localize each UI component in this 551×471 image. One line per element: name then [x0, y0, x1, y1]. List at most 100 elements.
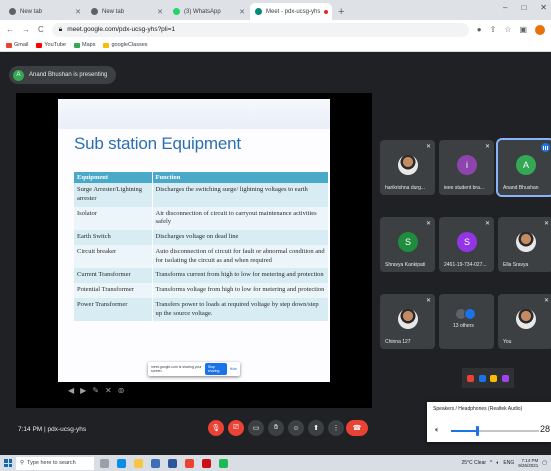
participant-tile[interactable]: S ✕ Shravya Kankipati: [380, 217, 435, 272]
task-view-icon[interactable]: [100, 458, 109, 468]
browser-tab[interactable]: New tab ✕: [4, 3, 86, 20]
participant-tile[interactable]: ✕ You: [498, 294, 551, 349]
new-tab-button[interactable]: +: [332, 6, 350, 20]
word-icon[interactable]: [168, 458, 177, 468]
participant-tile[interactable]: S ✕ 2461-19-734-027...: [439, 217, 494, 272]
file-explorer-icon[interactable]: [134, 458, 143, 468]
mic-toggle-button[interactable]: 🎙︎: [208, 420, 224, 436]
raise-hand-button[interactable]: ✋︎: [268, 420, 284, 436]
address-bar[interactable]: 🔒︎ meet.google.com/pdx-ucsg-yhs?pli=1: [51, 22, 469, 37]
table-header-row: Equipment Function: [74, 172, 328, 183]
volume-slider-handle[interactable]: [476, 426, 479, 436]
mic-off-icon: ✕: [543, 221, 549, 227]
close-window-button[interactable]: ✕: [540, 3, 547, 12]
participant-tile[interactable]: ✕ Chinna 127: [380, 294, 435, 349]
app-tray-icon[interactable]: [501, 374, 509, 382]
url-text: meet.google.com/pdx-ucsg-yhs?pli=1: [67, 26, 176, 33]
participant-tile[interactable]: 13 others: [439, 294, 494, 349]
tab-strip: New tab ✕ New tab ✕ (3) WhatsApp ✕ Meet - pdx-…: [0, 0, 551, 20]
forward-icon[interactable]: →: [22, 25, 30, 34]
bookmark-item[interactable]: Maps: [74, 42, 95, 48]
tray-chevron-icon[interactable]: ^: [490, 460, 492, 466]
presenting-banner: A Anand Bhushan is presenting: [9, 66, 117, 84]
mic-off-icon: ✕: [425, 298, 431, 304]
taskbar-clock[interactable]: 7:14 PM 9/26/2021: [518, 458, 538, 469]
profile-avatar[interactable]: [535, 24, 545, 35]
volume-tray-icon[interactable]: 🔈︎: [496, 460, 499, 466]
slide-controls: ◀ ▶ ✎ ✕ ⊚: [68, 386, 124, 395]
opera-icon[interactable]: [202, 458, 211, 468]
presenter-avatar: A: [13, 69, 24, 81]
reload-icon[interactable]: C: [38, 25, 44, 34]
chrome-tray-icon[interactable]: [467, 374, 475, 382]
leave-call-button[interactable]: ☎︎: [346, 420, 368, 436]
participant-tile[interactable]: i ✕ ieee student bra...: [439, 140, 494, 195]
participant-photo: [398, 155, 418, 175]
table-row: Circuit breaker Auto disconnection of cir…: [74, 244, 328, 269]
bookmark-item[interactable]: googleClasses: [103, 42, 148, 48]
extensions-icon[interactable]: ▣: [519, 25, 527, 35]
bookmark-icon: [36, 42, 43, 48]
maximize-button[interactable]: □: [521, 3, 526, 12]
language-indicator[interactable]: ENG: [503, 460, 514, 466]
tab-close-icon[interactable]: ✕: [239, 8, 245, 16]
participant-photo: [398, 309, 418, 329]
store-icon[interactable]: [151, 458, 160, 468]
minimize-button[interactable]: –: [503, 3, 507, 12]
share-icon[interactable]: ⇪: [490, 25, 497, 35]
captions-button[interactable]: ▭: [248, 420, 264, 436]
options-icon[interactable]: ⊚: [118, 386, 125, 395]
participant-tile[interactable]: ✕ Ella Sravya: [498, 217, 551, 272]
browser-tab[interactable]: Meet - pdx-ucsg-yhs✕: [250, 3, 332, 20]
close-icon[interactable]: ✕: [105, 386, 112, 395]
participant-tile[interactable]: ✕ harikrishna durg...: [380, 140, 435, 195]
participant-name: Ella Sravya: [503, 262, 529, 268]
weather-text[interactable]: 25°C Clear: [462, 460, 487, 466]
stop-sharing-button[interactable]: Stop sharing: [204, 363, 227, 375]
browser-tab[interactable]: New tab ✕: [86, 3, 168, 20]
participant-tile[interactable]: A Anand Bhushan: [496, 138, 551, 197]
tab-close-icon[interactable]: ✕: [157, 8, 163, 16]
present-button[interactable]: ⬆: [308, 420, 324, 436]
spotify-icon[interactable]: [219, 458, 228, 468]
bookmark-item[interactable]: Gmail: [6, 42, 28, 48]
participant-photo: [516, 232, 536, 252]
more-options-button[interactable]: ⋮: [328, 420, 344, 436]
app-tray-icon[interactable]: [490, 374, 498, 382]
tab-favicon-icon: [91, 8, 98, 15]
windows-start-icon[interactable]: [4, 459, 12, 467]
hide-notice-link[interactable]: Hide: [230, 367, 237, 371]
reactions-button[interactable]: ☺: [288, 420, 304, 436]
participant-name: harikrishna durg...: [385, 185, 426, 191]
app-tray-icon[interactable]: [478, 374, 486, 382]
bookmarks-bar: Gmail YouTube Maps googleClasses: [0, 39, 551, 52]
notifications-icon[interactable]: ▢: [542, 460, 547, 466]
volume-fill: [451, 430, 476, 432]
speaker-icon[interactable]: 🔈︎: [435, 425, 440, 435]
screen-share-notice: meet.google.com is sharing your screen. …: [148, 362, 240, 376]
star-icon[interactable]: ☆: [504, 25, 511, 35]
previous-slide-icon[interactable]: ◀: [68, 386, 74, 395]
bookmark-icon: [6, 42, 12, 48]
equipment-cell: Isolator: [74, 206, 153, 231]
mic-off-icon: ✕: [425, 144, 431, 150]
back-icon[interactable]: ←: [6, 25, 14, 34]
browser-tab[interactable]: (3) WhatsApp ✕: [168, 3, 250, 20]
equipment-cell: Power Transformer: [74, 297, 153, 322]
camera-indicator-icon[interactable]: ●: [477, 25, 482, 35]
bookmark-item[interactable]: YouTube: [36, 42, 66, 48]
next-slide-icon[interactable]: ▶: [80, 386, 86, 395]
edge-icon[interactable]: [117, 458, 126, 468]
tab-favicon-icon: [255, 8, 262, 15]
chrome-icon[interactable]: [185, 458, 194, 468]
table-row: Potential Transformer Transforms voltage …: [74, 283, 328, 298]
tab-close-icon[interactable]: ✕: [75, 8, 81, 16]
audio-device-label: Speakers / Headphones (Realtek Audio): [433, 406, 523, 412]
table-row: Earth Switch Discharges voltage on dead l…: [74, 230, 328, 245]
taskbar-search[interactable]: ⚲ Type here to search: [16, 456, 94, 470]
function-cell: Discharges voltage on dead line: [152, 230, 328, 245]
camera-toggle-button[interactable]: ⎚: [228, 420, 244, 436]
tab-title: Meet - pdx-ucsg-yhs: [266, 8, 321, 15]
participant-photo: [516, 309, 536, 329]
pen-icon[interactable]: ✎: [92, 386, 99, 395]
